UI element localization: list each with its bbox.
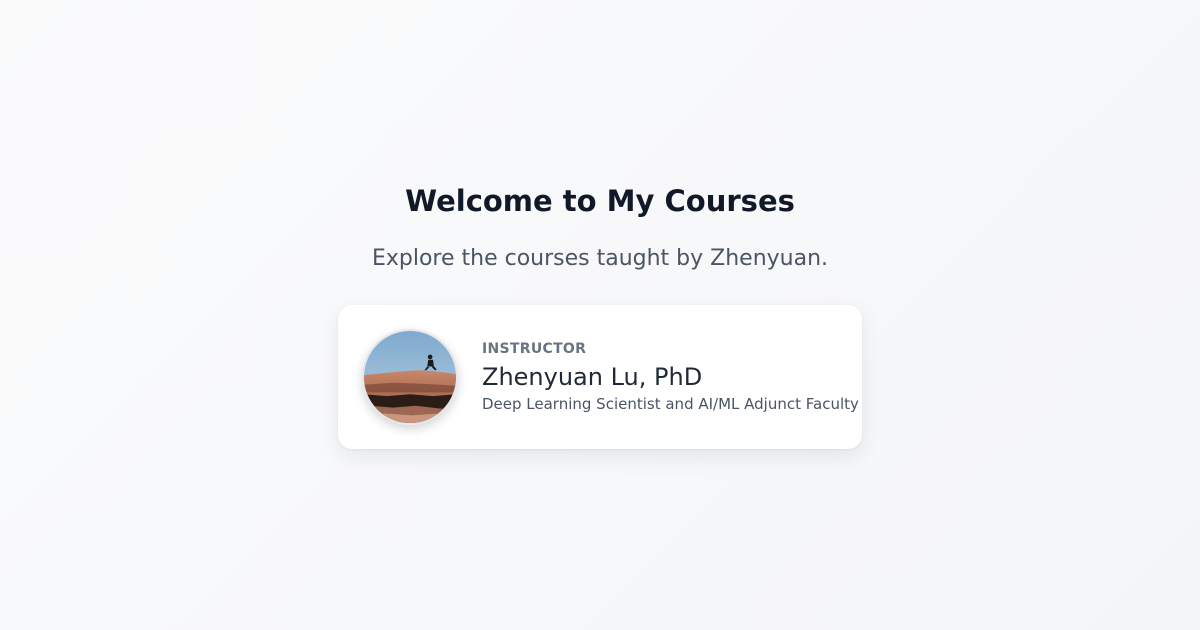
instructor-name: Zhenyuan Lu, PhD	[482, 363, 703, 391]
page-subtitle: Explore the courses taught by Zhenyuan.	[371, 246, 829, 271]
page: Welcome to My Courses Explore the course…	[0, 0, 1200, 630]
instructor-role-label: INSTRUCTOR	[482, 341, 587, 357]
instructor-description: Deep Learning Scientist and AI/ML Adjunc…	[482, 395, 859, 413]
instructor-card: INSTRUCTOR Zhenyuan Lu, PhD Deep Learnin…	[338, 305, 862, 449]
page-title: Welcome to My Courses	[405, 184, 795, 218]
avatar-photo-icon	[364, 331, 456, 423]
avatar	[362, 329, 458, 425]
